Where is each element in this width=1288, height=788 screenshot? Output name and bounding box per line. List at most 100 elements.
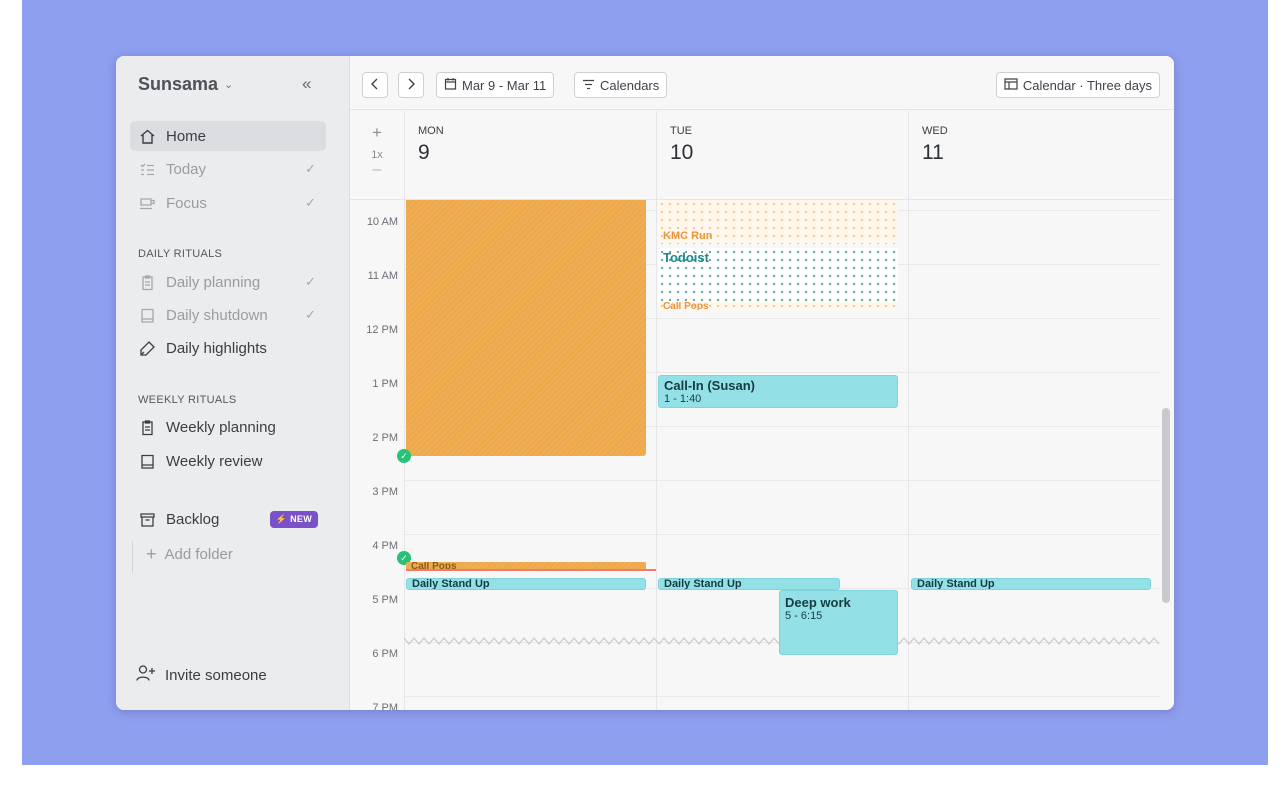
zoom-controls: + 1x – [350, 111, 404, 199]
invite-label: Invite someone [165, 666, 267, 684]
book-icon [138, 306, 156, 324]
event-title: Deep work [785, 595, 851, 610]
coffee-icon [138, 194, 156, 212]
archive-icon [138, 510, 156, 528]
event-title: Call Pops [663, 302, 709, 310]
calendar-icon [444, 77, 457, 93]
app-name: Sunsama [138, 74, 219, 94]
sidebar-item-focus[interactable]: Focus ✓ [130, 188, 326, 218]
event-todoist[interactable]: Todoist [658, 248, 898, 302]
new-badge: ⚡ NEW [269, 511, 318, 528]
add-folder-button[interactable]: + Add folder [146, 544, 233, 565]
next-button[interactable] [398, 72, 424, 98]
sidebar-item-backlog[interactable]: Backlog ⚡ NEW [130, 504, 326, 534]
time-label: 7 PM [372, 702, 398, 710]
sidebar-item-daily-highlights[interactable]: Daily highlights [130, 333, 326, 363]
date-range-button[interactable]: Mar 9 - Mar 11 [436, 72, 555, 98]
event-standup-mon[interactable]: Daily Stand Up [406, 578, 646, 590]
calendar-scrollbar[interactable] [1162, 408, 1170, 603]
zoom-level: 1x [371, 149, 383, 161]
home-icon [138, 127, 156, 145]
filter-icon [582, 78, 595, 93]
sidebar-item-today[interactable]: Today ✓ [130, 154, 326, 184]
completed-time-block[interactable] [406, 200, 646, 456]
invite-button[interactable]: Invite someone [136, 664, 267, 686]
time-label: 1 PM [372, 378, 398, 390]
calendar-view: + 1x – MON 9 TUE 10 WED 11 10 AM 11 AM 1… [350, 111, 1174, 710]
plus-icon: + [146, 544, 157, 564]
date-range-label: Mar 9 - Mar 11 [462, 77, 547, 93]
day-of-week: TUE [670, 125, 692, 137]
double-chevron-left-icon[interactable]: « [302, 74, 311, 94]
time-label: 2 PM [372, 432, 398, 444]
view-switcher-button[interactable]: Calendar · Three days [995, 72, 1160, 98]
prev-button[interactable] [362, 72, 388, 98]
check-circle-icon: ✓ [397, 449, 411, 463]
hour-line [404, 696, 1160, 697]
day-of-week: WED [922, 125, 948, 137]
layout-icon [1004, 77, 1018, 93]
event-call-pops-tue[interactable]: Call Pops [658, 302, 898, 310]
event-title: Daily Stand Up [917, 578, 995, 590]
weekly-rituals-heading: WEEKLY RITUALS [138, 394, 237, 406]
day-header-tue: TUE 10 [656, 111, 908, 199]
day-of-week: MON [418, 125, 444, 137]
highlighter-icon [138, 339, 156, 357]
event-title: Daily Stand Up [664, 578, 742, 590]
calendars-filter-button[interactable]: Calendars [574, 72, 668, 98]
event-kmc-run[interactable]: KMC Run [658, 200, 898, 244]
book-icon [138, 452, 156, 470]
sidebar-item-weekly-review[interactable]: Weekly review [130, 446, 326, 476]
event-title: KMC Run [663, 230, 713, 242]
column-divider [656, 200, 657, 710]
add-folder-label: Add folder [164, 546, 233, 563]
column-divider [656, 111, 657, 199]
chevron-down-icon: ⌄ [224, 79, 234, 91]
column-divider [908, 200, 909, 710]
checkmark-icon: ✓ [305, 161, 316, 176]
checkmark-icon: ✓ [305, 274, 316, 289]
sidebar-item-daily-planning[interactable]: Daily planning ✓ [130, 267, 326, 297]
sidebar-item-label: Weekly review [166, 452, 263, 470]
day-number: 9 [418, 141, 430, 164]
clipboard-icon [138, 418, 156, 436]
sidebar-item-label: Daily shutdown [166, 306, 268, 324]
event-title: Daily Stand Up [412, 578, 490, 590]
add-user-icon [136, 664, 156, 686]
event-deep-work[interactable]: Deep work 5 - 6:15 [779, 590, 898, 655]
hour-line [404, 534, 1160, 535]
sidebar-item-label: Focus [166, 194, 207, 212]
event-standup-wed[interactable]: Daily Stand Up [911, 578, 1151, 590]
folder-divider [132, 541, 133, 573]
event-time: 5 - 6:15 [785, 610, 823, 622]
view-label: Calendar · Three days [1022, 77, 1152, 93]
calendars-label: Calendars [600, 77, 660, 93]
workspace-switcher[interactable]: Sunsama ⌄ [138, 74, 233, 95]
sidebar-item-daily-shutdown[interactable]: Daily shutdown ✓ [130, 300, 326, 330]
time-label: 11 AM [367, 270, 398, 282]
sidebar-item-label: Daily highlights [166, 339, 267, 357]
zoom-out-button[interactable]: – [350, 161, 404, 179]
sidebar-item-label: Backlog [166, 510, 220, 528]
time-label: 12 PM [366, 324, 398, 336]
time-grid: 10 AM 11 AM 12 PM 1 PM 2 PM 3 PM 4 PM 5 … [350, 200, 1174, 710]
sidebar-item-weekly-planning[interactable]: Weekly planning [130, 412, 326, 442]
calendar-toolbar: Mar 9 - Mar 11 Calendars Calendar · Thre… [350, 56, 1174, 110]
event-title: Todoist [663, 250, 709, 265]
current-time-indicator [406, 569, 656, 571]
zoom-in-button[interactable]: + [350, 123, 404, 143]
time-label: 5 PM [372, 594, 398, 606]
event-standup-tue[interactable]: Daily Stand Up [658, 578, 840, 590]
event-call-in[interactable]: Call-In (Susan) 1 - 1:40 [658, 375, 898, 408]
sidebar-item-label: Weekly planning [166, 418, 276, 436]
hour-line [404, 480, 1160, 481]
time-label: 6 PM [372, 648, 398, 660]
sidebar-item-home[interactable]: Home [130, 121, 326, 151]
event-title: Call-In (Susan) [664, 378, 756, 393]
badge-text: NEW [290, 514, 312, 524]
day-number: 11 [922, 141, 944, 164]
sidebar: Sunsama ⌄ « Home Today ✓ Focus ✓ DAILY R… [116, 56, 350, 710]
clipboard-icon [138, 273, 156, 291]
daily-rituals-heading: DAILY RITUALS [138, 248, 223, 260]
day-header-mon: MON 9 [404, 111, 656, 199]
